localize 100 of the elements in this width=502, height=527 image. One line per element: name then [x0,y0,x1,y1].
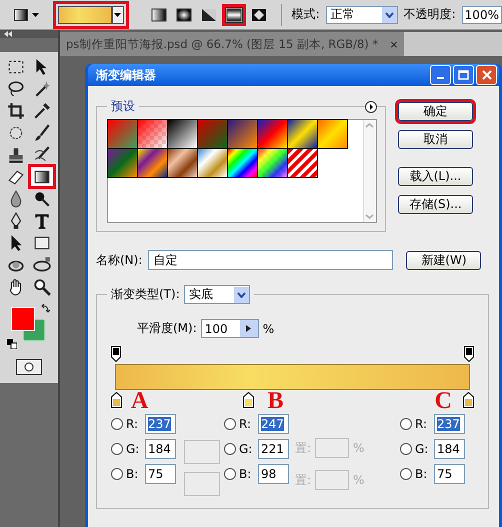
caret-icon [32,12,39,16]
document-tab[interactable]: ps制作重阳节海报.psd @ 66.7% (图层 15 副本, RGB/8) * × [60,32,404,56]
mode-label: 模式: [292,6,320,23]
new-button[interactable]: 新建(W) [406,250,482,270]
field-label: G: [239,442,254,456]
color-stop-icon[interactable] [243,392,254,408]
swap-icon[interactable] [41,303,51,313]
radio-button[interactable] [400,443,412,455]
field-label: G: [415,442,430,456]
gradient-picker[interactable] [53,0,129,28]
foreground-color-swatch[interactable] [11,307,35,331]
gradient-swatch[interactable] [107,119,138,149]
radio-button[interactable] [111,443,123,455]
name-label: 名称(N): [96,252,142,268]
annotation-letter: A [131,389,148,413]
chevron-icon [384,12,394,18]
radio-button[interactable] [400,418,412,430]
input-field[interactable]: 247 [258,414,289,434]
percent-label: % [353,473,364,487]
gradient-swatch[interactable] [137,148,168,178]
close-icon [482,70,492,80]
gradient-swatch[interactable] [317,119,348,149]
location-field [315,470,350,490]
circle-icon [24,362,34,372]
color-stop-icon[interactable] [111,392,122,408]
percent-label: % [262,322,274,336]
dialog-button[interactable]: 确定 [398,102,473,121]
disabled-field [184,440,220,464]
location-label: 置: [295,440,312,456]
gradient-icon [14,8,28,20]
type-dropdown[interactable]: 实底 [184,285,250,304]
field-label: B: [239,467,252,481]
gradient-swatch[interactable] [197,148,228,178]
maximize-button[interactable] [453,65,474,85]
gradient-swatch[interactable] [257,119,288,149]
chevron-icon [236,292,246,298]
dialog-button[interactable]: 存储(S)... [398,195,473,214]
radio-button[interactable] [224,443,236,455]
input-field[interactable]: 184 [145,439,176,459]
color-stop-icon[interactable] [463,392,474,408]
input-field[interactable]: 184 [434,439,465,459]
radial-gradient-icon [176,8,192,22]
input-field[interactable]: 75 [145,464,176,484]
smoothness-label: 平滑度(M): [137,320,197,337]
radio-button[interactable] [400,468,412,480]
angle-gradient-icon [200,8,217,22]
presets-label: 预设 [107,98,139,115]
opacity-stop-icon[interactable] [464,346,474,362]
field-label: R: [126,417,140,431]
gradient-swatch[interactable] [107,148,138,178]
gradient-swatch[interactable] [197,119,228,149]
opacity-field[interactable]: 100% [462,6,502,24]
gradient-swatch[interactable] [137,119,168,149]
close-button[interactable] [476,65,497,85]
gradient-swatch[interactable] [227,148,258,178]
dialog-button[interactable]: 取消 [398,130,473,149]
triangle-icon[interactable] [246,325,252,332]
radio-button[interactable] [224,418,236,430]
field-label: R: [239,417,252,431]
gradient-swatch[interactable] [167,119,198,149]
input-field[interactable]: 75 [434,464,465,484]
name-field[interactable]: 自定 [148,250,394,270]
field-label: B: [415,467,428,481]
disabled-field [184,472,220,496]
gradient-tool-icon[interactable] [28,164,56,189]
opacity-label: 不透明度: [404,6,456,23]
annotation-letter: C [434,389,452,413]
input-field[interactable]: 221 [258,439,289,459]
default-colors-icon[interactable] [7,339,17,349]
location-field [315,438,350,458]
gradient-swatch[interactable] [287,148,318,178]
quick-mask-button[interactable] [16,359,42,375]
input-field[interactable]: 237 [434,414,465,434]
maximize-icon [458,70,469,80]
menu-icon[interactable] [365,101,377,113]
field-label: G: [126,442,140,456]
gradient-swatch[interactable] [257,148,288,178]
gradient-swatch[interactable] [167,148,198,178]
reflected-gradient-button[interactable] [222,4,246,26]
field-label: B: [126,467,140,481]
input-field[interactable]: 237 [145,414,176,434]
type-label: 渐变类型(T): [111,286,180,303]
reflected-gradient-icon [226,8,242,22]
radio-button[interactable] [224,468,236,480]
radio-button[interactable] [111,418,123,430]
linear-gradient-icon [150,8,167,22]
gradient-swatch[interactable] [227,119,258,149]
radio-button[interactable] [111,468,123,480]
opacity-stop-icon[interactable] [111,346,121,362]
window-title: 渐变编辑器 [96,66,156,84]
annotation-letter: B [267,389,284,413]
gradient-swatch[interactable] [287,119,318,149]
field-label: R: [415,417,428,431]
smoothness-field[interactable]: 100 [200,319,259,338]
close-button[interactable]: × [390,36,398,52]
dialog-button[interactable]: 载入(L)... [398,167,473,186]
input-field[interactable]: 98 [258,464,289,484]
diamond-gradient-icon [250,8,267,22]
mode-dropdown[interactable]: 正常 [326,6,398,24]
minimize-button[interactable] [430,65,451,85]
